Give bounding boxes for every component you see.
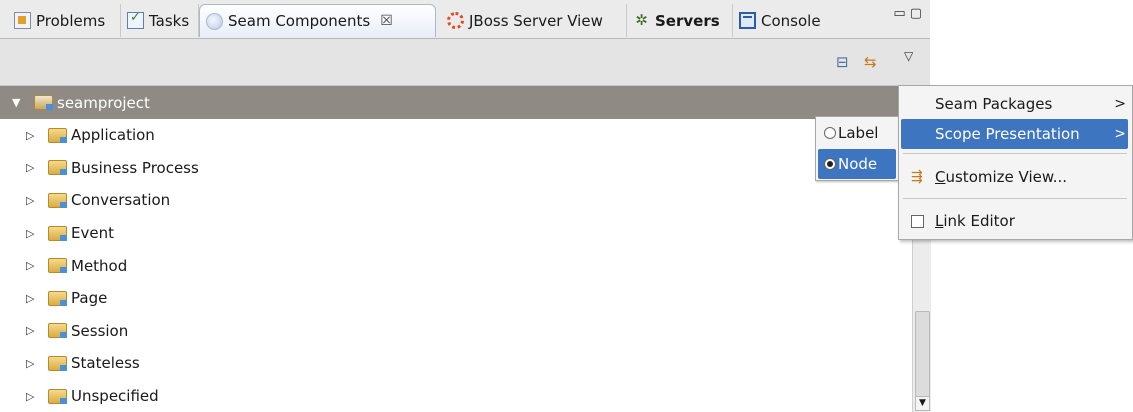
console-icon: [739, 12, 756, 29]
menu-item-label-option[interactable]: Label: [818, 118, 896, 148]
collapsed-triangle-icon[interactable]: ▷: [26, 292, 40, 305]
tree-item-label: Stateless: [71, 354, 140, 373]
tab-tasks[interactable]: Tasks: [121, 4, 199, 37]
close-icon[interactable]: ☒: [380, 13, 393, 29]
collapsed-triangle-icon[interactable]: ▷: [26, 161, 40, 174]
menu-item-label: Label: [838, 124, 879, 142]
menu-separator: [903, 153, 1127, 154]
collapsed-triangle-icon[interactable]: ▷: [26, 227, 40, 240]
tree-item-application[interactable]: ▷ Application: [0, 119, 912, 152]
package-folder-icon: [48, 323, 67, 339]
tab-seam-components[interactable]: Seam Components ☒: [199, 4, 436, 37]
tab-label: Tasks: [149, 11, 190, 30]
tree-item-stateless[interactable]: ▷ Stateless: [0, 347, 912, 380]
tab-label: Servers: [655, 11, 720, 30]
menu-item-seam-packages[interactable]: Seam Packages >: [901, 89, 1128, 119]
scroll-down-icon[interactable]: ▼: [915, 396, 930, 411]
scope-presentation-submenu: Label Node: [815, 116, 899, 181]
tree-item-unspecified[interactable]: ▷ Unspecified: [0, 380, 912, 412]
tree-item-label: Method: [71, 256, 128, 275]
seam-icon: [206, 12, 223, 30]
menu-item-label: Scope Presentation: [935, 125, 1080, 143]
submenu-arrow-icon: >: [1114, 96, 1126, 112]
tree-item-label: Application: [71, 126, 155, 145]
customize-view-icon: ⇶: [911, 169, 923, 185]
menu-separator: [903, 198, 1127, 199]
package-folder-icon: [48, 388, 67, 404]
tab-problems[interactable]: Problems: [8, 4, 121, 37]
package-folder-icon: [48, 290, 67, 306]
tree-item-business-process[interactable]: ▷ Business Process: [0, 152, 912, 185]
menu-item-node-option[interactable]: Node: [818, 149, 896, 179]
package-folder-icon: [48, 160, 67, 176]
tab-label: Console: [761, 11, 821, 30]
tree-item-label: Unspecified: [71, 387, 159, 406]
checkbox-icon[interactable]: [911, 214, 924, 228]
menu-item-customize-view[interactable]: ⇶ Customize View...: [901, 162, 1128, 192]
radio-unchecked-icon: [824, 127, 836, 139]
package-folder-icon: [48, 127, 67, 143]
collapsed-triangle-icon[interactable]: ▷: [26, 259, 40, 272]
menu-item-label: Link Editor: [935, 212, 1015, 230]
collapse-all-icon[interactable]: ⊟: [836, 53, 849, 71]
seam-components-tree: ▼ seamproject ▷ Application ▷ Business P…: [0, 86, 912, 412]
tree-item-label: Conversation: [71, 191, 171, 210]
maximize-icon[interactable]: ▢: [910, 6, 926, 21]
submenu-arrow-icon: >: [1114, 126, 1126, 142]
tree-item-label: Business Process: [71, 158, 199, 177]
minimize-icon[interactable]: ▭: [893, 6, 909, 21]
package-folder-icon: [48, 258, 67, 274]
collapsed-triangle-icon[interactable]: ▷: [26, 129, 40, 142]
jboss-icon: [447, 12, 464, 29]
tab-label: Seam Components: [228, 12, 371, 30]
package-folder-icon: [48, 225, 67, 241]
collapsed-triangle-icon[interactable]: ▷: [26, 324, 40, 337]
expanded-triangle-icon[interactable]: ▼: [12, 96, 26, 109]
menu-item-scope-presentation[interactable]: Scope Presentation >: [901, 119, 1128, 149]
tab-console[interactable]: Console: [733, 4, 837, 37]
package-folder-icon: [48, 192, 67, 208]
collapsed-triangle-icon[interactable]: ▷: [26, 194, 40, 207]
tree-item-session[interactable]: ▷ Session: [0, 315, 912, 348]
radio-checked-icon: [824, 158, 836, 170]
tree-item-method[interactable]: ▷ Method: [0, 249, 912, 282]
menu-item-label: Node: [838, 155, 878, 173]
tab-servers[interactable]: ✲ Servers: [627, 4, 733, 37]
tree-item-event[interactable]: ▷ Event: [0, 217, 912, 250]
collapsed-triangle-icon[interactable]: ▷: [26, 390, 40, 403]
view-dropdown-menu: Seam Packages > Scope Presentation > ⇶ C…: [898, 85, 1133, 240]
tree-item-label: Event: [71, 224, 114, 243]
problems-icon: [14, 12, 31, 29]
project-icon: [34, 95, 53, 110]
collapsed-triangle-icon[interactable]: ▷: [26, 357, 40, 370]
tree-item-page[interactable]: ▷ Page: [0, 282, 912, 315]
window-controls: ▭▢: [893, 6, 926, 21]
tab-jboss-server-view[interactable]: JBoss Server View: [441, 4, 627, 37]
package-folder-icon: [48, 355, 67, 371]
tree-root-label: seamproject: [57, 93, 150, 112]
menu-item-label: Seam Packages: [935, 95, 1053, 113]
view-tab-bar: Problems Tasks Seam Components ☒ JBoss S…: [0, 0, 930, 39]
menu-item-label: Customize View...: [935, 168, 1068, 186]
tab-label: JBoss Server View: [469, 11, 603, 30]
link-with-editor-icon[interactable]: ⇆: [864, 53, 877, 71]
menu-item-link-editor[interactable]: Link Editor: [901, 206, 1128, 236]
tab-label: Problems: [36, 11, 106, 30]
tree-item-label: Page: [71, 289, 108, 308]
view-toolbar: ⊟ ⇆ ▽: [0, 39, 930, 86]
servers-icon: ✲: [635, 11, 648, 29]
scrollbar-thumb[interactable]: [915, 311, 930, 398]
tasks-icon: [127, 10, 144, 29]
tree-item-label: Session: [71, 321, 129, 340]
tree-item-conversation[interactable]: ▷ Conversation: [0, 184, 912, 217]
tree-root-row[interactable]: ▼ seamproject: [0, 86, 912, 119]
view-menu-icon[interactable]: ▽: [904, 49, 913, 63]
